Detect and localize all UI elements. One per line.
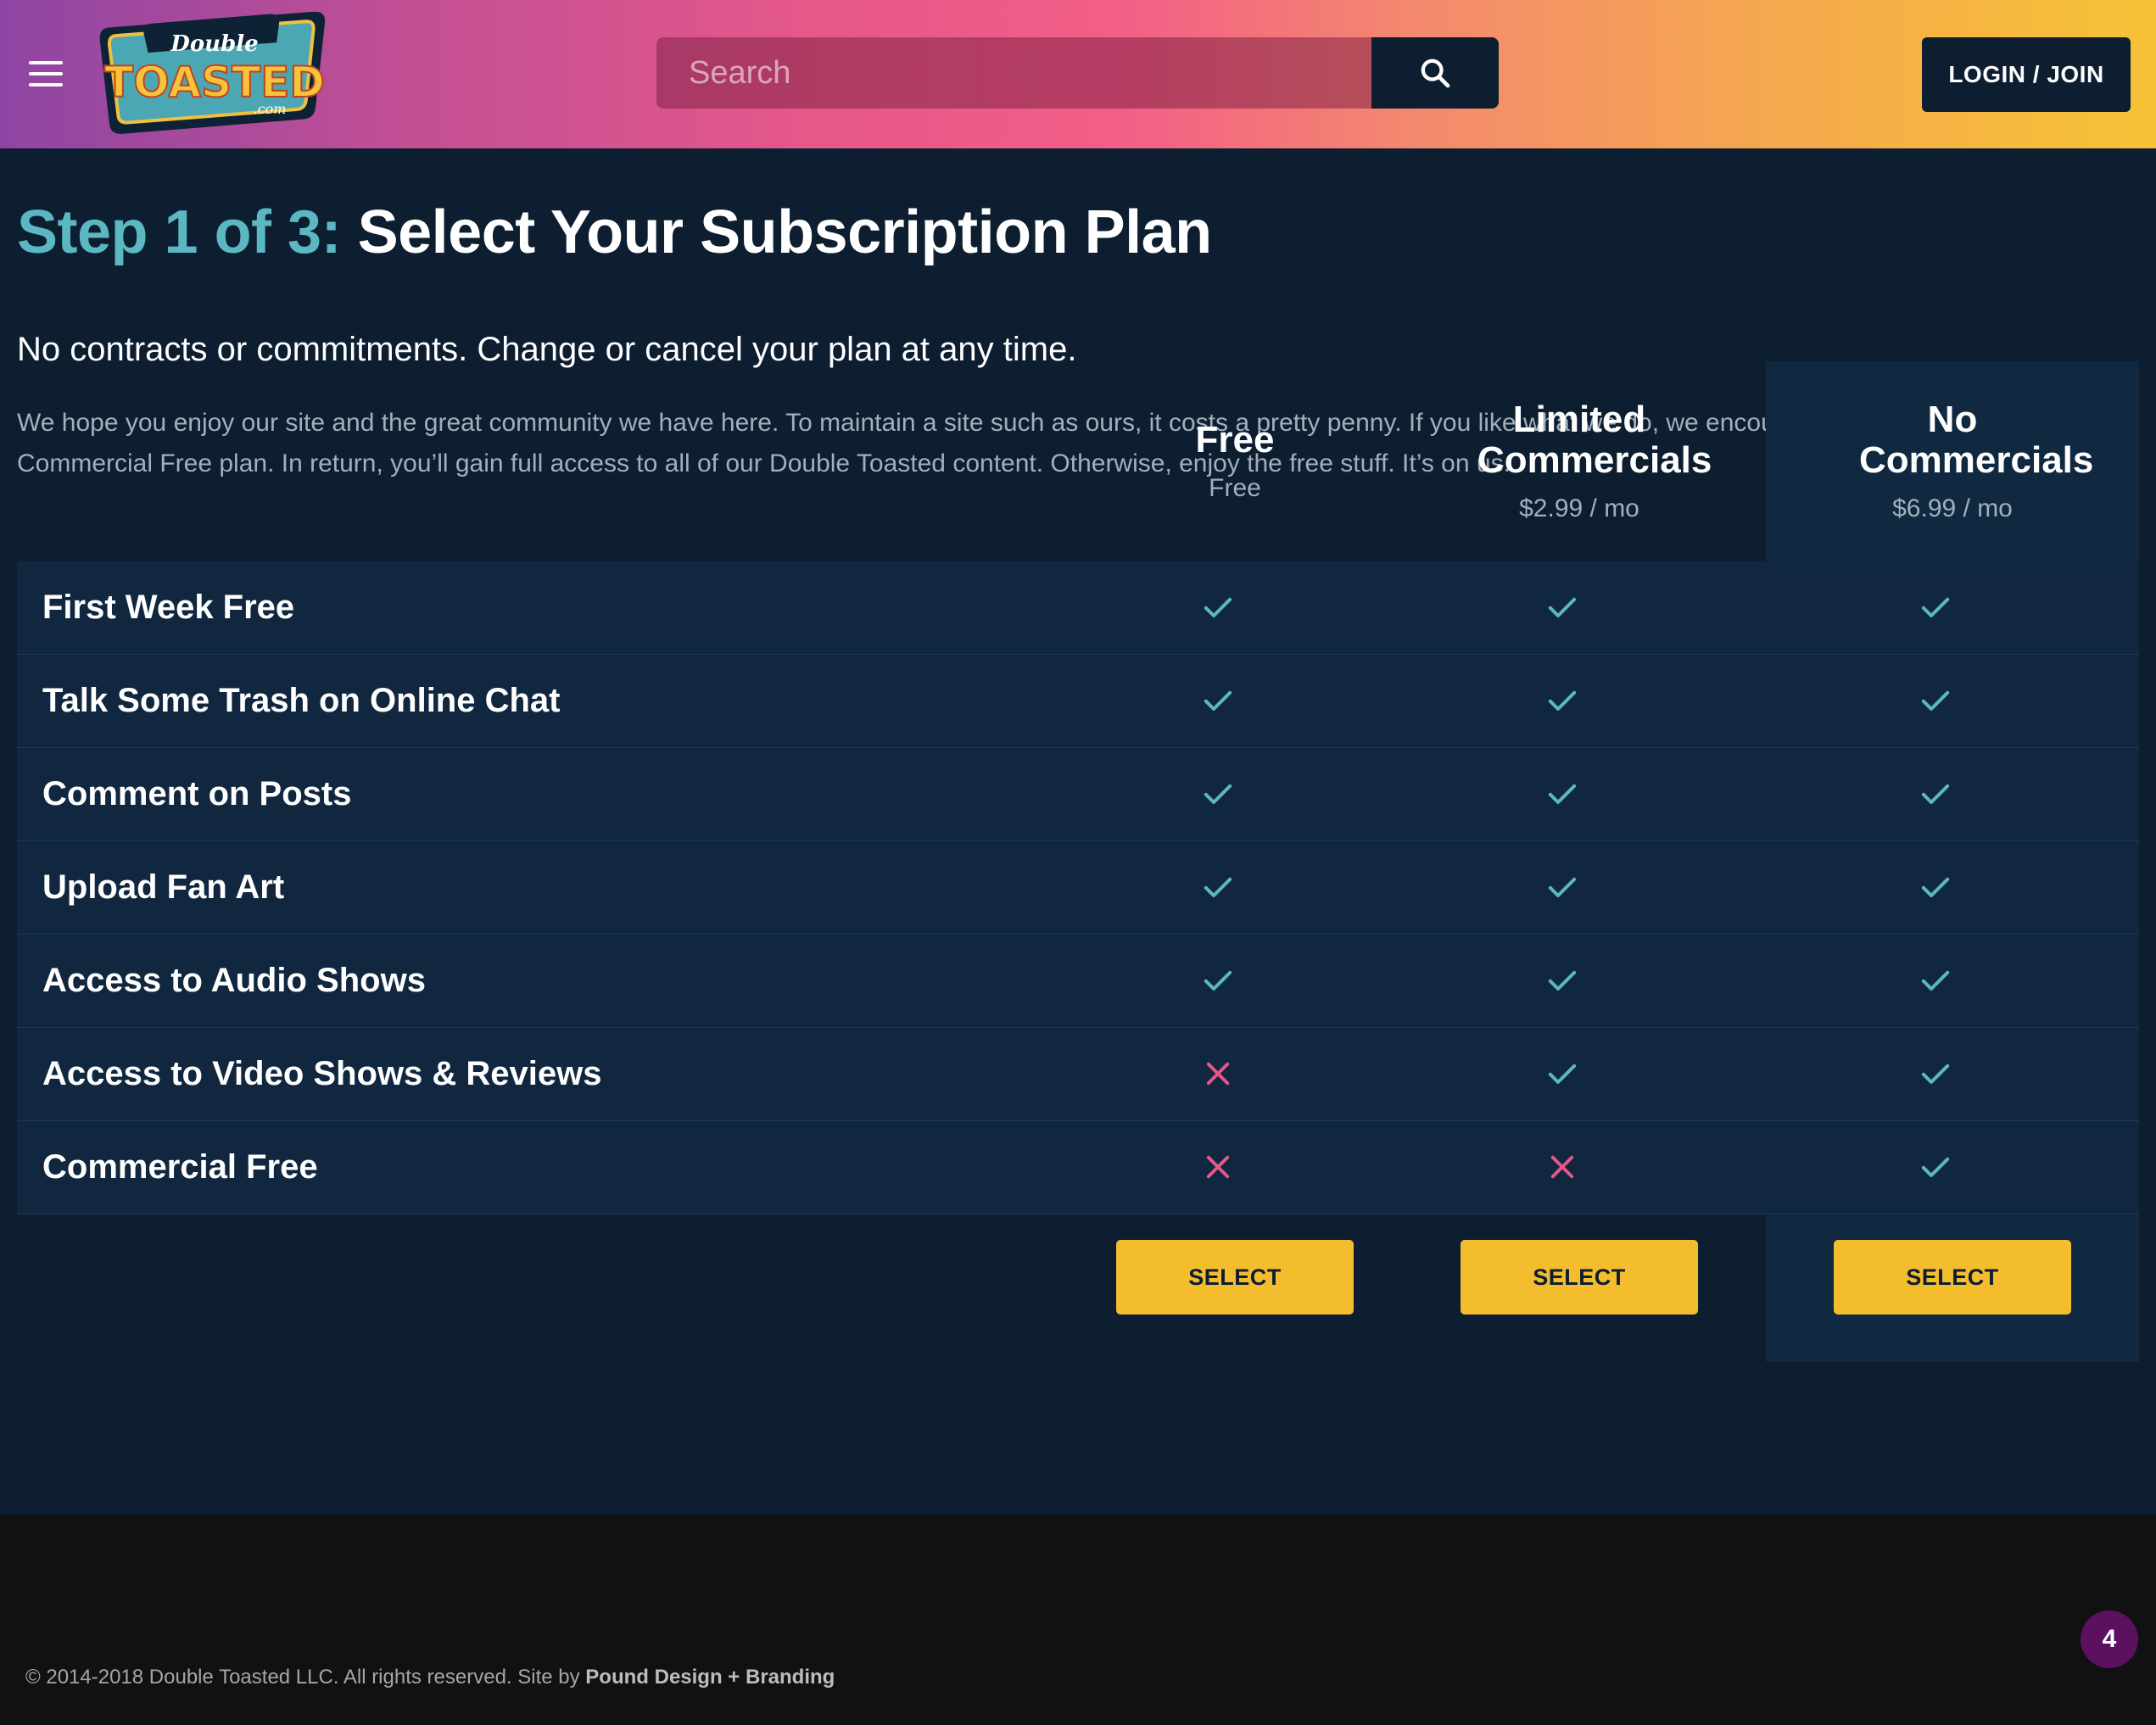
check-icon [1199, 589, 1237, 626]
check-icon [1544, 868, 1581, 906]
plan-header-free: Free Free [1065, 361, 1405, 561]
check-icon [1544, 1055, 1581, 1092]
check-icon [1917, 682, 1954, 719]
svg-text:Double: Double [170, 31, 258, 57]
feature-label: Upload Fan Art [42, 868, 285, 906]
designer-credit-link[interactable]: Pound Design + Branding [585, 1666, 835, 1689]
feature-comparison-table: First Week Free Talk Some Trash on Online… [17, 561, 2139, 1214]
plan-header-limited-commercials: Limited Commercials $2.99 / mo [1410, 361, 1749, 561]
check-icon [1199, 868, 1237, 906]
feature-row: First Week Free [17, 561, 2139, 655]
feature-label: Commercial Free [42, 1148, 318, 1186]
feature-row: Access to Audio Shows [17, 935, 2139, 1028]
feature-label: Access to Audio Shows [42, 962, 426, 999]
check-icon [1544, 962, 1581, 999]
site-footer: © 2014-2018 Double Toasted LLC. All righ… [0, 1515, 2156, 1725]
check-icon [1544, 589, 1581, 626]
check-icon [1917, 1055, 1954, 1092]
search-button[interactable] [1371, 37, 1499, 109]
double-toasted-logo[interactable]: Double TOASTED .com [95, 12, 334, 137]
check-icon [1917, 589, 1954, 626]
cross-icon [1199, 1148, 1237, 1186]
subtitle: No contracts or commitments. Change or c… [17, 331, 1077, 368]
check-icon [1199, 962, 1237, 999]
check-icon [1917, 962, 1954, 999]
step-indicator: Step 1 of 3: [17, 198, 342, 266]
check-icon [1917, 775, 1954, 812]
feature-row: Comment on Posts [17, 748, 2139, 841]
plan-header-no-commercials: No Commercials $6.99 / mo [1783, 361, 2122, 561]
cross-icon [1544, 1148, 1581, 1186]
search-input[interactable] [656, 37, 1371, 109]
feature-label: Talk Some Trash on Online Chat [42, 682, 561, 719]
feature-row: Access to Video Shows & Reviews [17, 1028, 2139, 1121]
svg-text:TOASTED: TOASTED [104, 58, 325, 107]
feature-label: First Week Free [42, 589, 295, 626]
search-icon [1421, 59, 1450, 88]
check-icon [1544, 682, 1581, 719]
feature-row: Talk Some Trash on Online Chat [17, 655, 2139, 748]
check-icon [1199, 682, 1237, 719]
copyright-notice: © 2014-2018 Double Toasted LLC. All righ… [25, 1666, 586, 1689]
site-header: Double TOASTED .com LOGIN / JOIN [0, 0, 2156, 148]
plan-price: $2.99 / mo [1519, 494, 1639, 522]
select-free-plan-button[interactable]: SELECT [1116, 1240, 1354, 1315]
title-text: Select Your Subscription Plan [357, 198, 1213, 266]
login-join-button[interactable]: LOGIN / JOIN [1922, 37, 2131, 112]
search-bar [656, 37, 1499, 109]
plan-price: $6.99 / mo [1892, 494, 2013, 522]
feature-row: Upload Fan Art [17, 841, 2139, 935]
check-icon [1917, 1148, 1954, 1186]
svg-text:.com: .com [254, 101, 287, 117]
plan-name: Free [1195, 419, 1275, 461]
select-limited-commercials-button[interactable]: SELECT [1461, 1240, 1698, 1315]
select-no-commercials-button[interactable]: SELECT [1834, 1240, 2071, 1315]
feature-label: Comment on Posts [42, 775, 352, 812]
notification-badge[interactable]: 4 [2081, 1611, 2138, 1668]
copyright-text: © 2014-2018 Double Toasted LLC. All righ… [25, 1666, 835, 1689]
check-icon [1199, 775, 1237, 812]
cross-icon [1199, 1055, 1237, 1092]
plan-name: No Commercials [1859, 399, 2094, 481]
feature-row: Commercial Free [17, 1121, 2139, 1214]
hamburger-menu-icon[interactable] [29, 61, 63, 87]
check-icon [1544, 775, 1581, 812]
check-icon [1917, 868, 1954, 906]
plan-name: Limited Commercials [1477, 399, 1712, 481]
page-title: Step 1 of 3: Select Your Subscription Pl… [17, 198, 1212, 267]
feature-label: Access to Video Shows & Reviews [42, 1055, 602, 1092]
plan-price: Free [1209, 474, 1261, 502]
